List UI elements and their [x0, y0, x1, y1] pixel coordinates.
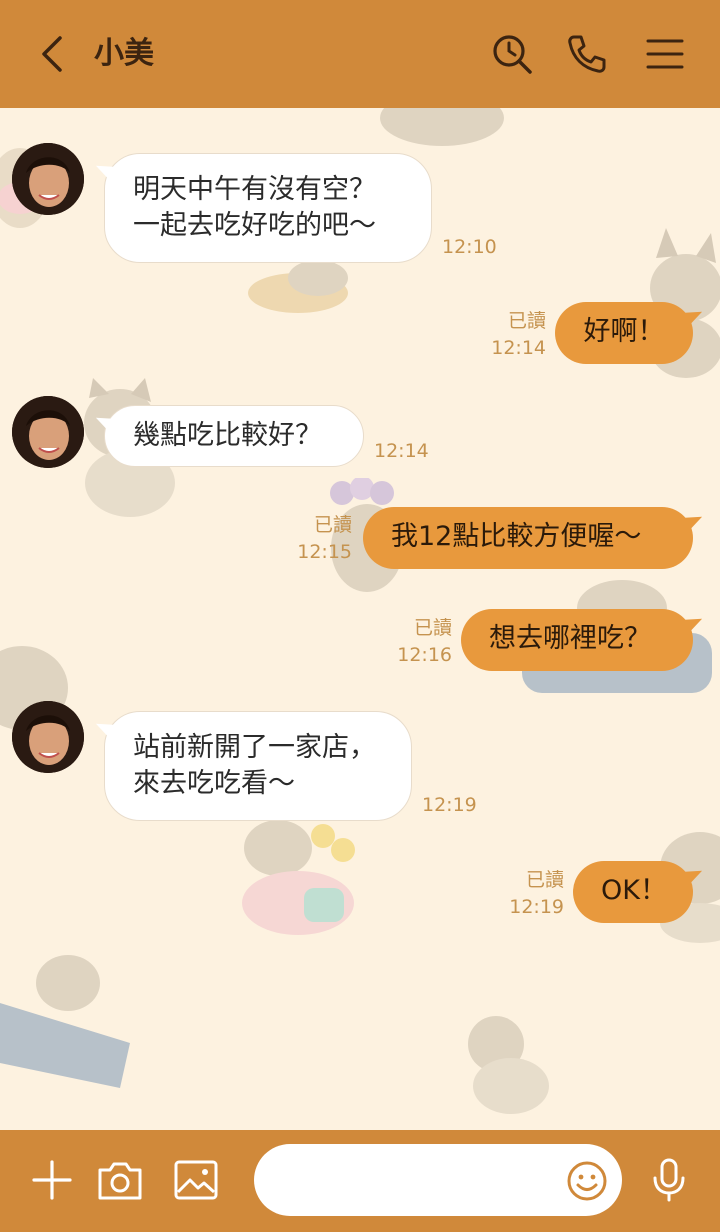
message-text: 我12點比較方便喔～	[391, 521, 642, 552]
call-button[interactable]	[565, 32, 609, 76]
message-text: OK！	[601, 875, 667, 906]
message-bubble-outgoing[interactable]: 我12點比較方便喔～	[363, 507, 693, 569]
cat-illustration-icon	[248, 260, 348, 313]
message-text: 好啊！	[583, 316, 665, 347]
back-button[interactable]	[34, 34, 74, 74]
message-text: 明天中午有沒有空？	[133, 174, 376, 205]
message-text: 一起去吃好吃的吧～	[133, 210, 376, 241]
contact-avatar[interactable]	[12, 396, 84, 468]
avatar-photo-icon	[12, 396, 84, 468]
message-bubble-incoming[interactable]: 幾點吃比較好？	[104, 405, 364, 467]
composer-bar	[0, 1130, 720, 1232]
message-text: 想去哪裡吃？	[489, 623, 651, 654]
message-text: 站前新開了一家店，	[133, 732, 376, 763]
message-text: 來去吃吃看～	[133, 768, 295, 799]
chat-area[interactable]: 明天中午有沒有空？ 一起去吃好吃的吧～ 12:10 已讀 12:14 好啊！ 幾…	[0, 108, 720, 1130]
cat-illustration-icon	[0, 955, 130, 1088]
read-status: 已讀	[313, 514, 352, 536]
message-bubble-outgoing[interactable]: 想去哪裡吃？	[461, 609, 693, 671]
message-time: 12:16	[397, 644, 452, 666]
message-time: 12:14	[491, 337, 546, 359]
cat-illustration-icon	[380, 108, 504, 146]
chat-title: 小美	[94, 36, 154, 71]
camera-icon	[98, 1162, 142, 1200]
message-bubble-incoming[interactable]: 站前新開了一家店， 來去吃吃看～	[104, 711, 412, 821]
microphone-icon	[653, 1158, 685, 1202]
message-time: 12:15	[297, 541, 352, 563]
message-time: 12:19	[422, 794, 477, 816]
avatar-photo-icon	[12, 701, 84, 773]
smiley-icon	[567, 1161, 607, 1201]
message-time: 12:14	[374, 440, 429, 462]
search-button[interactable]	[490, 32, 534, 76]
emoji-button[interactable]	[566, 1160, 608, 1202]
image-button[interactable]	[172, 1156, 220, 1204]
image-icon	[174, 1160, 218, 1200]
menu-button[interactable]	[643, 32, 687, 76]
read-status: 已讀	[413, 617, 452, 639]
read-status: 已讀	[525, 869, 564, 891]
cat-illustration-icon	[242, 820, 355, 935]
chat-header: 小美	[0, 0, 720, 108]
search-clock-icon	[493, 35, 532, 74]
add-button[interactable]	[28, 1156, 76, 1204]
message-text: 幾點吃比較好？	[133, 420, 322, 451]
contact-avatar[interactable]	[12, 701, 84, 773]
avatar-photo-icon	[12, 143, 84, 215]
chevron-left-icon	[42, 36, 62, 72]
message-bubble-outgoing[interactable]: OK！	[573, 861, 693, 923]
contact-avatar[interactable]	[12, 143, 84, 215]
microphone-button[interactable]	[645, 1156, 693, 1204]
read-status: 已讀	[507, 310, 546, 332]
phone-icon	[568, 35, 606, 73]
message-time: 12:19	[509, 896, 564, 918]
message-time: 12:10	[442, 236, 497, 258]
message-bubble-outgoing[interactable]: 好啊！	[555, 302, 693, 364]
hamburger-menu-icon	[646, 39, 684, 69]
camera-button[interactable]	[96, 1156, 144, 1204]
cat-illustration-icon	[468, 1016, 549, 1114]
plus-icon	[32, 1160, 72, 1200]
message-bubble-incoming[interactable]: 明天中午有沒有空？ 一起去吃好吃的吧～	[104, 153, 432, 263]
